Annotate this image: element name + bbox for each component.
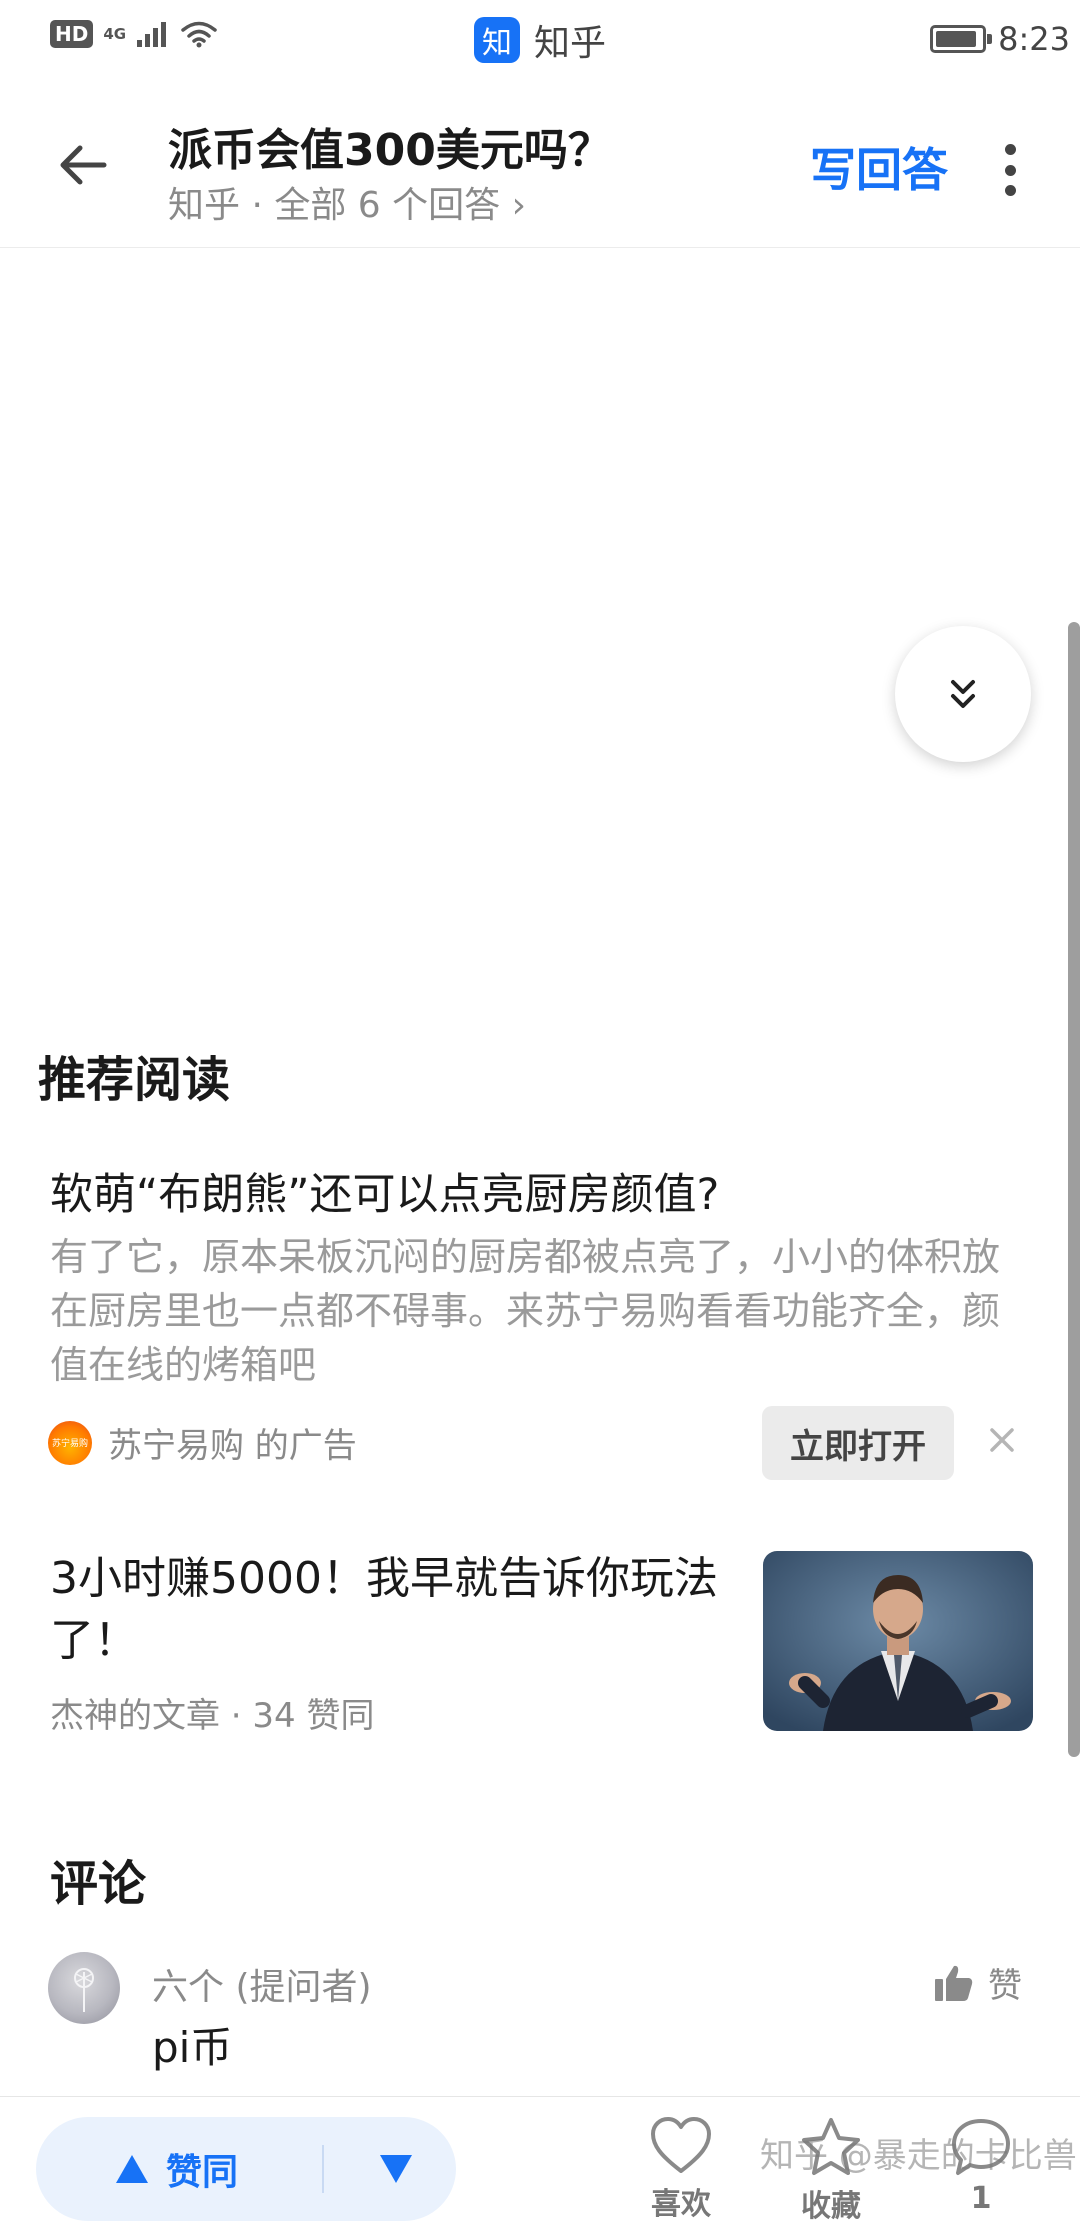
upvote-button[interactable]: 赞同 bbox=[114, 2117, 238, 2221]
battery-fill bbox=[936, 31, 976, 47]
like-button[interactable]: 喜欢 bbox=[626, 2117, 736, 2237]
question-header: 派币会值300美元吗？ 知乎 · 全部 6 个回答 › 写回答 bbox=[0, 78, 1080, 248]
thumbs-up-icon bbox=[935, 1965, 973, 2001]
ad-meta: 苏宁易购 苏宁易购 的广告 bbox=[48, 1418, 357, 1467]
battery-icon bbox=[930, 25, 993, 53]
article-meta: 杰神的文章 · 34 赞同 bbox=[50, 1696, 375, 1736]
comment-like-button[interactable]: 赞 bbox=[934, 1958, 1022, 2007]
more-dot bbox=[1004, 185, 1016, 196]
avatar[interactable] bbox=[48, 1952, 120, 2024]
open-ad-button[interactable]: 立即打开 bbox=[762, 1406, 954, 1480]
status-right: 8:23 bbox=[930, 20, 1070, 58]
double-chevron-down-icon bbox=[951, 680, 975, 708]
collapse-button[interactable] bbox=[895, 626, 1031, 762]
scrollbar[interactable] bbox=[1068, 622, 1080, 1757]
comment-text: pi币 bbox=[152, 2023, 233, 2072]
triangle-up-icon bbox=[116, 2155, 148, 2183]
upvote-label: 赞同 bbox=[166, 2152, 239, 2193]
downvote-button[interactable] bbox=[366, 2117, 426, 2221]
suning-logo: 苏宁易购 bbox=[48, 1420, 92, 1465]
status-bar: HD 4G 知 知乎 8:23 bbox=[0, 0, 1080, 78]
article-thumbnail-image bbox=[763, 1551, 1033, 1731]
close-icon bbox=[990, 1428, 1014, 1452]
vote-pill: 赞同 bbox=[36, 2117, 456, 2221]
ad-source: 苏宁易购 的广告 bbox=[108, 1426, 357, 1466]
write-answer-button[interactable]: 写回答 bbox=[810, 134, 948, 200]
comment-author[interactable]: 六个 (提问者) bbox=[152, 1958, 372, 2010]
more-dots-icon bbox=[1004, 144, 1016, 155]
like-label: 喜欢 bbox=[651, 2187, 711, 2222]
favorite-label: 收藏 bbox=[801, 2189, 861, 2224]
back-arrow-icon bbox=[60, 145, 107, 185]
comment-count: 1 bbox=[970, 2181, 992, 2216]
vote-divider bbox=[322, 2145, 324, 2193]
more-dot bbox=[1004, 164, 1016, 176]
heart-icon bbox=[651, 2117, 711, 2173]
triangle-down-icon bbox=[380, 2155, 412, 2183]
ad-description[interactable]: 有了它，原本呆板沉闷的厨房都被点亮了，小小的体积放在厨房里也一点都不碍事。来苏宁… bbox=[50, 1230, 1030, 1392]
status-center: 知 知乎 bbox=[0, 14, 1080, 66]
watermark: 知乎 @暴走的卡比兽 bbox=[760, 2136, 1077, 2176]
question-title[interactable]: 派币会值300美元吗？ bbox=[168, 114, 612, 178]
app-name: 知乎 bbox=[533, 23, 606, 64]
back-button[interactable] bbox=[48, 130, 118, 200]
zhihu-logo-icon: 知 bbox=[473, 17, 520, 63]
ad-title[interactable]: 软萌“布朗熊”还可以点亮厨房颜值? bbox=[50, 1160, 719, 1222]
article-title[interactable]: 3小时赚5000！我早就告诉你玩法了！ bbox=[50, 1548, 730, 1672]
all-answers-link[interactable]: 知乎 · 全部 6 个回答 › bbox=[168, 176, 526, 228]
clock: 8:23 bbox=[998, 20, 1070, 58]
more-menu-button[interactable] bbox=[990, 138, 1030, 202]
article-thumbnail[interactable] bbox=[763, 1551, 1033, 1731]
comments-heading: 评论 bbox=[50, 1856, 147, 1912]
comment-like-label: 赞 bbox=[988, 1966, 1022, 2006]
avatar-image bbox=[74, 1968, 94, 2012]
recommend-heading: 推荐阅读 bbox=[38, 1052, 231, 1108]
close-ad-button[interactable] bbox=[980, 1418, 1024, 1462]
